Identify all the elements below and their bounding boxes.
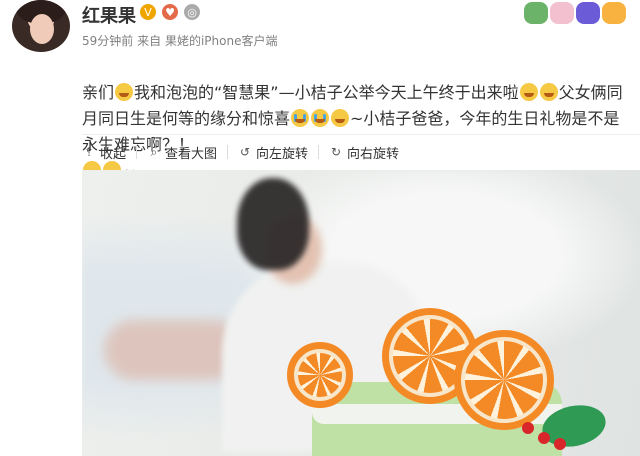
- vip-badge-icon: ♥: [162, 4, 178, 20]
- laugh-emoji-icon: [519, 83, 538, 101]
- user-badges: V ♥ ◎: [140, 4, 200, 20]
- frog-sticker-icon: [524, 2, 548, 24]
- rotate-left-button[interactable]: ↺ 向左旋转: [238, 143, 308, 162]
- toolbar-divider: [82, 134, 640, 135]
- monster-sticker-icon: [576, 2, 600, 24]
- sticker-strip: [524, 2, 626, 24]
- post-meta: 59分钟前 来自 果姥的iPhone客户端: [82, 32, 277, 49]
- post-photo[interactable]: [82, 170, 640, 456]
- rotate-right-icon: ↻: [331, 145, 342, 159]
- pig-sticker-icon: [550, 2, 574, 24]
- verified-badge-icon: V: [140, 4, 156, 20]
- grin-emoji-icon: [331, 109, 350, 127]
- laugh-emoji-icon: [539, 83, 558, 101]
- post-header: 红果果 V ♥ ◎ 59分钟前 来自 果姥的iPhone客户端: [82, 2, 626, 54]
- collapse-label: 收起: [100, 146, 127, 162]
- arrow-up-icon: ⇡: [83, 145, 95, 159]
- orange-slice-decoration: [454, 330, 554, 430]
- rotate-right-button[interactable]: ↻ 向右旋转: [329, 143, 399, 162]
- magnifier-icon: ⌕: [150, 144, 158, 159]
- medal-badge-icon: ◎: [184, 4, 200, 20]
- post-time[interactable]: 59分钟前: [82, 34, 133, 48]
- collapse-button[interactable]: ⇡ 收起: [82, 143, 126, 162]
- ok-hand-emoji-icon: [115, 83, 134, 101]
- user-avatar[interactable]: [12, 0, 70, 52]
- photo-person-hair: [237, 178, 309, 270]
- user-name[interactable]: 红果果: [82, 2, 136, 28]
- berry-decoration: [554, 438, 566, 450]
- cat-sticker-icon: [602, 2, 626, 24]
- source-prefix: 来自: [137, 34, 162, 48]
- rotate-left-label: 向左旋转: [256, 146, 309, 162]
- toolbar-separator: [136, 145, 138, 159]
- rotate-right-label: 向右旋转: [347, 146, 400, 162]
- berry-decoration: [538, 432, 550, 444]
- rotate-left-icon: ↺: [240, 145, 251, 159]
- toolbar-separator: [227, 145, 229, 159]
- toolbar-separator: [318, 145, 320, 159]
- cry-emoji-icon: [291, 109, 310, 127]
- berry-decoration: [522, 422, 534, 434]
- view-large-label: 查看大图: [165, 146, 218, 162]
- avatar-face: [30, 14, 54, 44]
- post-source[interactable]: 果姥的iPhone客户端: [165, 34, 278, 48]
- cry-emoji-icon: [311, 109, 330, 127]
- view-large-button[interactable]: ⌕ 查看大图: [147, 143, 217, 162]
- post-line-2: 我和泡泡的“智慧果”—小桔子公举今天上午终于出来啦: [134, 83, 519, 102]
- image-toolbar: ⇡ 收起 ⌕ 查看大图 ↺ 向左旋转 ↻ 向右旋转: [82, 138, 399, 166]
- orange-slice-decoration: [287, 342, 353, 408]
- post-line-1: 亲们: [82, 83, 115, 102]
